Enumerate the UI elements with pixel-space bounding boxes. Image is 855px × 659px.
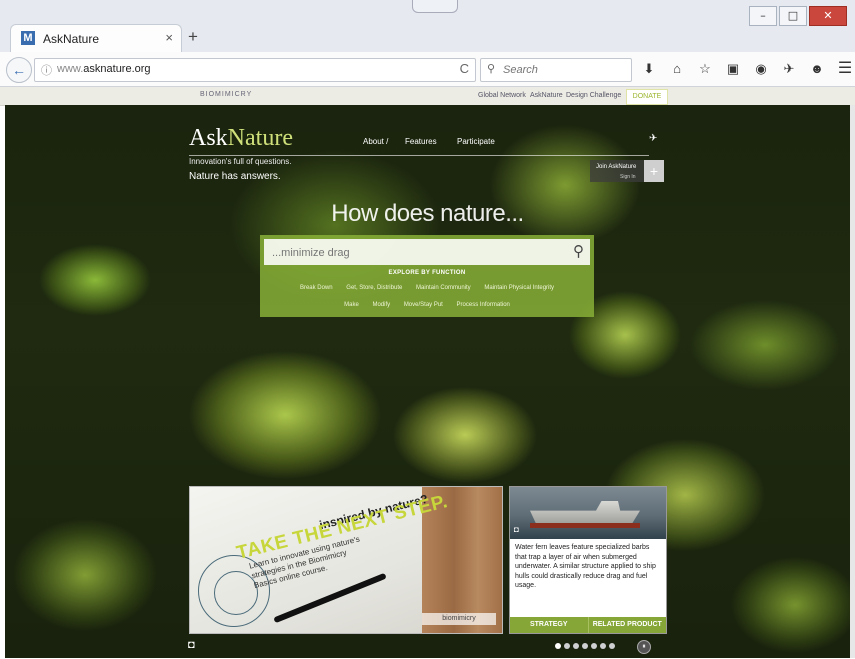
address-bar[interactable]: ⓘ www.asknature.org C (34, 58, 476, 82)
carousel-dot[interactable] (609, 643, 615, 649)
pocket-icon[interactable]: ◉ (752, 60, 770, 78)
sign-in-link[interactable]: Sign In (620, 174, 636, 180)
photo-camera-icon: ◘ (514, 525, 519, 534)
new-tab-button[interactable]: + (188, 27, 198, 47)
minimize-button[interactable]: – (749, 6, 777, 26)
maximize-button[interactable]: □ (779, 6, 807, 26)
tab-close-icon[interactable]: × (165, 30, 173, 45)
related-product-button[interactable]: RELATED PRODUCT (589, 617, 667, 633)
clipboard-icon[interactable]: ▣ (724, 60, 742, 78)
tagline-answers: Nature has answers. (189, 171, 281, 182)
function-links-row-1: Break Down Get, Store, Distribute Mainta… (260, 285, 594, 291)
ship-photo: ◘ (510, 487, 666, 539)
function-modify[interactable]: Modify (372, 302, 390, 308)
back-button[interactable]: ← (6, 57, 32, 83)
strategy-card[interactable]: ◘ Water fern leaves feature specialized … (509, 486, 667, 634)
site-info-icon[interactable]: ⓘ (41, 62, 52, 78)
nav-features[interactable]: Features (405, 137, 437, 146)
function-break-down[interactable]: Break Down (300, 285, 333, 291)
nav-about[interactable]: About / (363, 137, 388, 146)
strategy-description: Water fern leaves feature specialized ba… (515, 544, 656, 589)
function-process-information[interactable]: Process Information (457, 302, 510, 308)
close-window-button[interactable]: ✕ (809, 6, 847, 26)
camera-icon[interactable]: ◘ (188, 639, 202, 651)
carousel-dot[interactable] (564, 643, 570, 649)
tab-title: AskNature (43, 32, 100, 46)
strategy-button[interactable]: STRATEGY (510, 617, 589, 633)
carousel-dot[interactable] (582, 643, 588, 649)
function-search-panel: ⚲ EXPLORE BY FUNCTION Break Down Get, St… (260, 235, 594, 317)
donate-button[interactable]: DONATE (626, 89, 668, 105)
carousel-dot[interactable] (573, 643, 579, 649)
ship-icon (530, 501, 640, 525)
download-icon[interactable]: ⬇ (640, 60, 658, 78)
join-label: Join AskNature (596, 164, 637, 170)
url-domain: asknature.org (83, 63, 151, 75)
function-make[interactable]: Make (344, 302, 359, 308)
header-rule (189, 155, 649, 156)
browser-search-box[interactable]: ⚲ (480, 58, 632, 82)
carousel-dots (555, 643, 615, 649)
window-controls: – □ ✕ (749, 6, 847, 26)
browser-tab[interactable]: M AskNature × (10, 24, 182, 53)
search-icon: ⚲ (487, 63, 496, 75)
bird-icon: ✈ (649, 133, 658, 144)
nature-search-box[interactable]: ⚲ (264, 239, 590, 265)
nav-participate[interactable]: Participate (457, 137, 495, 146)
card-buttons: STRATEGY RELATED PRODUCT (510, 617, 666, 633)
function-maintain-community[interactable]: Maintain Community (416, 285, 471, 291)
biomimicry-top-strip: BIOMIMICRY Global Network AskNature Desi… (0, 87, 855, 106)
navigation-toolbar: ← ⓘ www.asknature.org C ⚲ ⬇ ⌂ ☆ ▣ ◉ ✈ ☻ … (0, 52, 855, 87)
carousel-dot[interactable] (600, 643, 606, 649)
carousel-pause-button[interactable]: ⏸ (637, 640, 651, 654)
logo-nature: Nature (227, 125, 293, 151)
carousel-dot[interactable] (555, 643, 561, 649)
home-icon[interactable]: ⌂ (668, 60, 686, 78)
titlebar-notch (412, 0, 458, 13)
function-move-stay-put[interactable]: Move/Stay Put (404, 302, 443, 308)
function-maintain-physical-integrity[interactable]: Maintain Physical Integrity (484, 285, 554, 291)
asknature-favicon-icon: M (21, 31, 35, 45)
nature-search-input[interactable] (270, 243, 554, 263)
carousel-dot[interactable] (591, 643, 597, 649)
promo-biomimicry-logo: biomimicry (422, 613, 496, 625)
tagline-questions: Innovation's full of questions. (189, 157, 292, 166)
send-icon[interactable]: ✈ (780, 60, 798, 78)
url-text: www.asknature.org (57, 63, 151, 75)
function-get-store-distribute[interactable]: Get, Store, Distribute (346, 285, 402, 291)
search-magnifier-icon[interactable]: ⚲ (573, 242, 584, 260)
logo-ask: Ask (189, 125, 228, 151)
join-plus-icon[interactable]: + (644, 160, 664, 182)
window-titlebar: – □ ✕ M AskNature × + (0, 0, 855, 53)
url-prefix: www. (57, 63, 84, 75)
hero-headline: How does nature... (331, 200, 524, 227)
browser-search-input[interactable] (501, 61, 625, 79)
chat-icon[interactable]: ☻ (808, 60, 826, 78)
link-design-challenge[interactable]: Design Challenge (566, 92, 621, 99)
hamburger-menu-icon[interactable]: ☰ (836, 60, 854, 78)
hero-section: AskNature Innovation's full of questions… (5, 105, 850, 658)
function-links-row-2: Make Modify Move/Stay Put Process Inform… (260, 302, 594, 308)
link-global-network[interactable]: Global Network (478, 92, 526, 99)
page-scrollbar[interactable] (850, 105, 855, 658)
link-asknature[interactable]: AskNature (530, 92, 563, 99)
ship-hull (530, 523, 640, 528)
join-asknature-button[interactable]: Join AskNature Sign In (590, 160, 650, 182)
explore-by-function-label: EXPLORE BY FUNCTION (388, 270, 466, 276)
biomimicry-brand[interactable]: BIOMIMICRY (200, 91, 252, 98)
toolbar-icons: ⬇ ⌂ ☆ ▣ ◉ ✈ ☻ ☰ (640, 60, 854, 78)
biomimicry-course-promo[interactable]: inspired by nature? TAKE THE NEXT STEP. … (189, 486, 503, 634)
asknature-logo[interactable]: AskNature (189, 125, 293, 152)
reload-icon[interactable]: C (460, 61, 469, 76)
bookmark-star-icon[interactable]: ☆ (696, 60, 714, 78)
